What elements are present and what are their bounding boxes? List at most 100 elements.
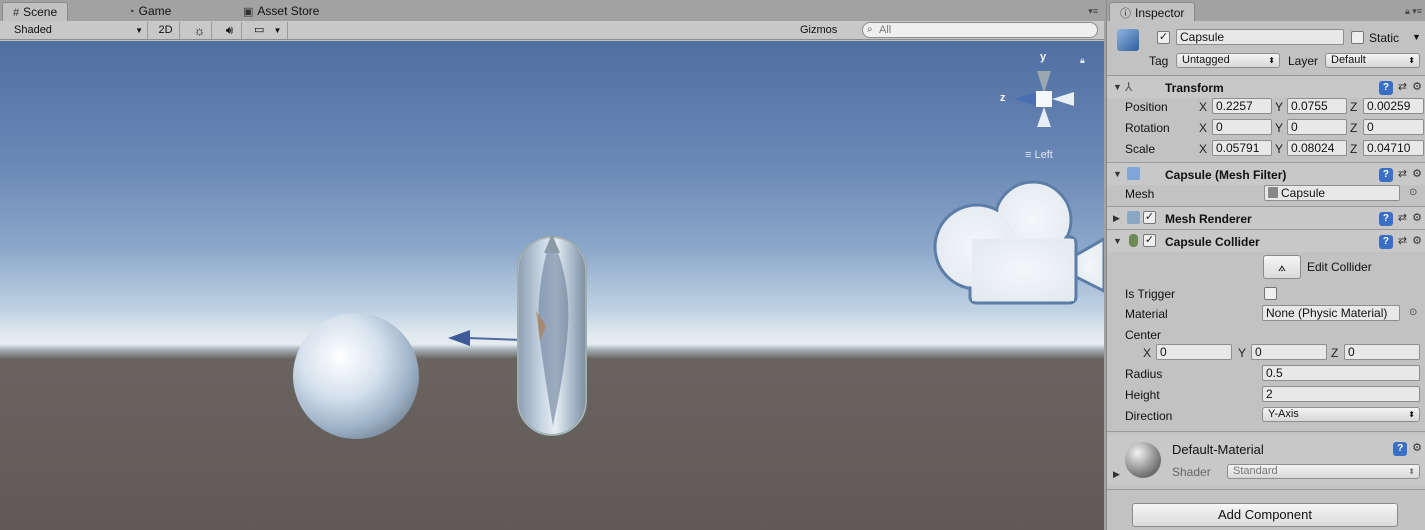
object-active-checkbox[interactable]: ✓ [1157, 31, 1170, 44]
capsule-collider-header-icons: ? ⇄ ⚙ [1374, 234, 1422, 249]
chevron-updown-icon: ⬍ [1408, 410, 1415, 419]
mesh-renderer-title: Mesh Renderer [1165, 212, 1252, 226]
direction-label: Direction [1125, 409, 1173, 423]
mesh-label: Mesh [1125, 187, 1155, 201]
scene-objects [293, 71, 1104, 439]
is-trigger-checkbox[interactable] [1264, 287, 1277, 300]
help-icon[interactable]: ? [1378, 212, 1393, 226]
preset-icon[interactable]: ⇄ [1398, 80, 1407, 93]
tab-scene[interactable]: # Scene [2, 2, 69, 21]
help-icon[interactable]: ? [1378, 81, 1393, 95]
position-y-field[interactable]: 0.0755 [1287, 98, 1347, 114]
help-icon[interactable]: ? [1393, 442, 1408, 456]
scale-x-field[interactable]: 0.05791 [1212, 140, 1272, 156]
camera-gizmo-icon[interactable] [933, 180, 1104, 305]
transform-icon: ⅄ [1125, 80, 1133, 94]
lock-icon[interactable]: 🔒︎ [1080, 55, 1085, 66]
transform-title: Transform [1165, 81, 1224, 95]
tab-game[interactable]: ◔ Game [118, 2, 181, 21]
2d-toggle[interactable]: 2D [152, 22, 180, 39]
menu-icon: ≡ [1025, 149, 1032, 161]
mesh-field[interactable]: Capsule [1264, 185, 1400, 201]
gear-icon[interactable]: ⚙ [1412, 80, 1422, 93]
scene-viewport[interactable]: y z 🔒︎ ≡ Left [0, 41, 1104, 530]
effects-dropdown[interactable]: ▭ ▼ [250, 22, 288, 39]
mesh-renderer-enabled-checkbox[interactable]: ✓ [1143, 211, 1156, 224]
center-x-field[interactable]: 0 [1156, 344, 1232, 360]
capsule-collider-icon [1129, 234, 1138, 247]
fold-down-icon[interactable]: ▼ [1113, 82, 1122, 92]
gear-icon[interactable]: ⚙ [1412, 167, 1422, 180]
height-label: Height [1125, 388, 1160, 402]
orientation-gizmo[interactable] [1014, 71, 1074, 127]
gizmos-dropdown[interactable]: Gizmos ▼ [796, 22, 852, 52]
help-icon[interactable]: ? [1378, 235, 1393, 249]
static-dropdown-icon[interactable]: ▼ [1412, 29, 1421, 45]
tab-inspector[interactable]: ⓘ Inspector [1109, 2, 1196, 21]
rotation-x-field[interactable]: 0 [1212, 119, 1272, 135]
edit-collider-button[interactable]: ⟑ [1263, 255, 1301, 279]
sphere-object[interactable] [293, 313, 419, 439]
tab-menu-icon[interactable]: ▾≡ [1088, 6, 1098, 17]
material-name: Default-Material [1172, 442, 1264, 457]
preset-icon[interactable]: ⇄ [1398, 167, 1407, 180]
scale-label: Scale [1125, 142, 1156, 156]
capsule-object[interactable] [517, 234, 587, 436]
height-field[interactable]: 2 [1262, 386, 1420, 402]
image-icon: ▭ [254, 24, 265, 36]
scene-search-input[interactable]: ⌕ All [862, 22, 1098, 38]
pacman-icon: ◔ [128, 6, 135, 18]
gizmo-y-label: y [1040, 51, 1047, 63]
fold-right-icon[interactable]: ▶ [1113, 469, 1120, 480]
add-component-button[interactable]: Add Component [1132, 503, 1398, 527]
draw-mode-dropdown[interactable]: Shaded ▼ [10, 22, 148, 39]
fold-right-icon[interactable]: ▶ [1113, 213, 1120, 224]
rotation-z-field[interactable]: 0 [1363, 119, 1424, 135]
gear-icon[interactable]: ⚙ [1412, 441, 1422, 454]
mesh-filter-icon [1127, 167, 1140, 180]
center-label: Center [1125, 328, 1162, 342]
object-picker-icon[interactable]: ⊙ [1409, 307, 1417, 318]
object-picker-icon[interactable]: ⊙ [1409, 187, 1417, 198]
audio-toggle-icon[interactable]: 🔊︎ [218, 22, 242, 39]
inspector-tabbar: ⓘ Inspector 🔒︎ ▾≡ [1107, 0, 1425, 21]
shader-label: Shader [1172, 465, 1211, 479]
layer-dropdown[interactable]: Default ⬍ [1325, 53, 1420, 68]
view-orientation-label[interactable]: ≡ Left [1025, 149, 1053, 161]
shader-dropdown[interactable]: Standard ⬍ [1227, 464, 1420, 479]
bag-icon: ▣ [243, 6, 254, 18]
rotation-y-field[interactable]: 0 [1287, 119, 1347, 135]
preset-icon[interactable]: ⇄ [1398, 234, 1407, 247]
help-icon[interactable]: ? [1378, 168, 1393, 182]
tab-asset-store[interactable]: ▣ Asset Store [233, 2, 329, 21]
gizmo-z-label: z [1000, 92, 1006, 104]
gear-icon[interactable]: ⚙ [1412, 211, 1422, 224]
gear-icon[interactable]: ⚙ [1412, 234, 1422, 247]
chevron-down-icon: ▼ [273, 26, 282, 35]
scene-toolbar: Shaded ▼ 2D ☼ 🔊︎ ▭ ▼ Gizmos ▼ ⌕ All [0, 21, 1104, 52]
tag-dropdown[interactable]: Untagged ⬍ [1176, 53, 1280, 68]
scale-z-field[interactable]: 0.04710 [1363, 140, 1424, 156]
is-trigger-label: Is Trigger [1125, 287, 1176, 301]
inspector-panel: ⓘ Inspector 🔒︎ ▾≡ ✓ Capsule Static ▼ Tag … [1106, 0, 1425, 530]
lighting-toggle-icon[interactable]: ☼ [188, 22, 212, 39]
preset-icon[interactable]: ⇄ [1398, 211, 1407, 224]
layer-label: Layer [1288, 54, 1319, 68]
scale-y-field[interactable]: 0.08024 [1287, 140, 1347, 156]
position-x-field[interactable]: 0.2257 [1212, 98, 1272, 114]
fold-down-icon[interactable]: ▼ [1113, 169, 1122, 179]
material-header-icons: ? ⚙ [1388, 441, 1422, 456]
scene-tabbar: # Scene ◔ Game ▣ Asset Store ▾≡ [0, 0, 1104, 21]
direction-dropdown[interactable]: Y-Axis ⬍ [1262, 407, 1420, 422]
physic-material-field[interactable]: None (Physic Material) [1262, 305, 1400, 321]
object-name-field[interactable]: Capsule [1176, 29, 1344, 45]
center-y-field[interactable]: 0 [1251, 344, 1327, 360]
center-z-field[interactable]: 0 [1344, 344, 1420, 360]
position-z-field[interactable]: 0.00259 [1363, 98, 1424, 114]
tab-menu-icon[interactable]: 🔒︎ ▾≡ [1405, 6, 1422, 17]
capsule-collider-enabled-checkbox[interactable]: ✓ [1143, 234, 1156, 247]
radius-field[interactable]: 0.5 [1262, 365, 1420, 381]
fold-down-icon[interactable]: ▼ [1113, 236, 1122, 246]
direction-arrow-gizmo[interactable] [448, 330, 523, 346]
static-checkbox[interactable] [1351, 31, 1364, 44]
